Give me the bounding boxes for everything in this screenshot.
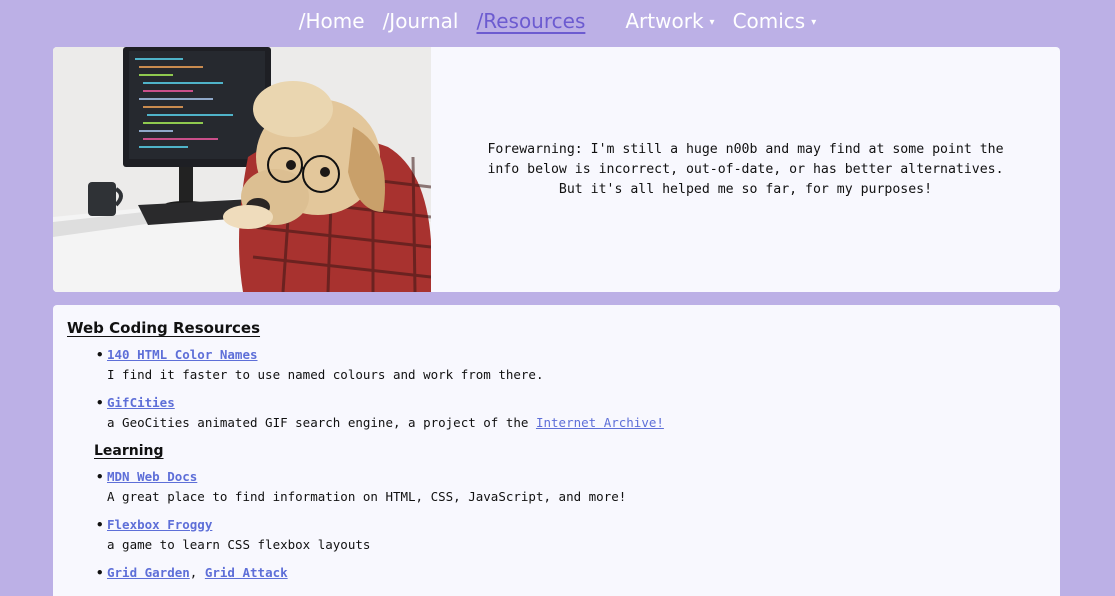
intro-text: Forewarning: I'm still a huge n00b and m… [431,47,1060,292]
item-desc: A great place to find information on HTM… [107,489,627,504]
dog-with-glasses-icon [53,47,431,292]
list-item: • Grid Garden, Grid Attack [81,563,1046,583]
bullet: • [96,347,104,362]
nav-comics-label: Comics [732,9,806,33]
resources-panel: Web Coding Resources • 140 HTML Color Na… [53,305,1060,596]
nav-journal[interactable]: /Journal [383,9,459,33]
link-grid-attack[interactable]: Grid Attack [205,565,288,580]
intro-panel: Forewarning: I'm still a huge n00b and m… [53,47,1060,292]
bullet: • [96,517,104,532]
intro-line-2: info below is incorrect, out-of-date, or… [487,161,1004,177]
link-html-color-names[interactable]: 140 HTML Color Names [107,347,258,362]
link-flexbox-froggy[interactable]: Flexbox Froggy [107,517,212,532]
resource-list: • 140 HTML Color Names I find it faster … [81,345,1046,433]
intro-line-1: Forewarning: I'm still a huge n00b and m… [487,141,1004,157]
bullet: • [96,565,104,580]
link-gifcities[interactable]: GifCities [107,395,175,410]
list-item: • Flexbox Froggy a game to learn CSS fle… [81,515,1046,555]
separator: , [189,565,205,580]
nav-home[interactable]: /Home [299,9,365,33]
chevron-down-icon: ▾ [709,17,715,28]
link-internet-archive[interactable]: Internet Archive! [536,415,664,430]
nav-artwork[interactable]: Artwork ▾ [625,9,714,33]
link-mdn-web-docs[interactable]: MDN Web Docs [107,469,197,484]
item-desc: a GeoCities animated GIF search engine, … [107,415,536,430]
link-grid-garden[interactable]: Grid Garden [107,565,190,580]
list-item: • GifCities a GeoCities animated GIF sea… [81,393,1046,433]
top-nav: /Home /Journal /Resources Artwork ▾ Comic… [0,6,1115,36]
nav-artwork-label: Artwork [625,9,704,33]
list-item: • MDN Web Docs A great place to find inf… [81,467,1046,507]
learning-subtitle: Learning [94,443,164,459]
bullet: • [96,395,104,410]
item-desc: I find it faster to use named colours an… [107,367,544,382]
list-item: • 140 HTML Color Names I find it faster … [81,345,1046,385]
item-desc: a game to learn CSS flexbox layouts [107,537,371,552]
chevron-down-icon: ▾ [811,17,817,28]
intro-line-3: But it's all helped me so far, for my pu… [558,181,933,197]
nav-comics[interactable]: Comics ▾ [733,9,817,33]
learning-list: • MDN Web Docs A great place to find inf… [81,467,1046,583]
section-title: Web Coding Resources [67,319,261,337]
bullet: • [96,469,104,484]
nav-resources[interactable]: /Resources [476,9,585,33]
